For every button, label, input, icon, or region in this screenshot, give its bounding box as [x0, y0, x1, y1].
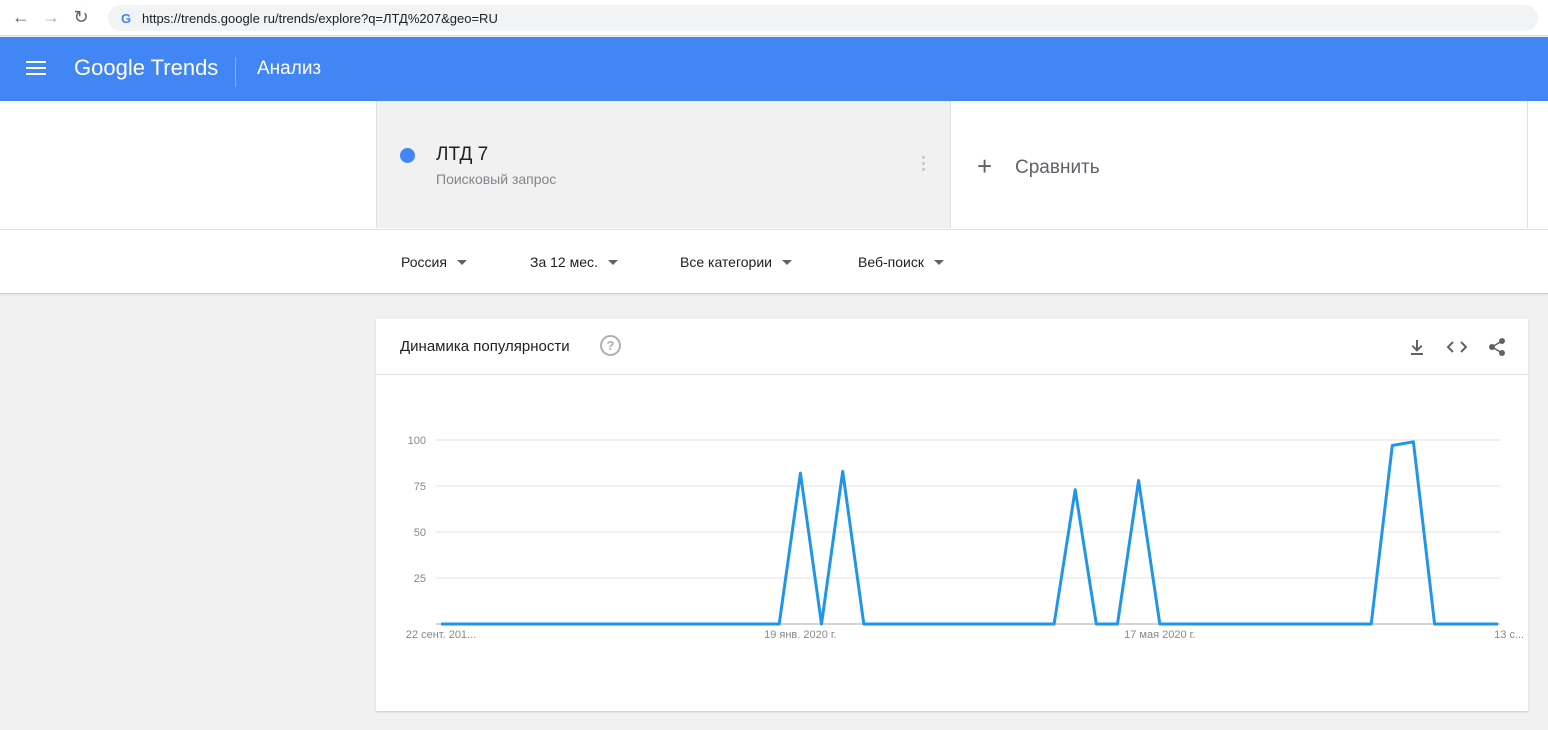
- help-icon[interactable]: ?: [600, 335, 621, 356]
- back-arrow-icon[interactable]: ←: [6, 3, 36, 33]
- period-label: За 12 мес.: [530, 254, 598, 270]
- dropdown-arrow-icon: [607, 259, 618, 265]
- dropdown-arrow-icon: [456, 259, 467, 265]
- google-favicon-icon: G: [120, 10, 132, 26]
- search-type-label: Веб-поиск: [858, 254, 924, 270]
- x-tick-label: 19 янв. 2020 г.: [764, 629, 837, 641]
- forward-arrow-icon[interactable]: →: [36, 3, 66, 33]
- more-vert-icon[interactable]: [922, 156, 926, 174]
- category-dropdown[interactable]: Все категории: [680, 254, 792, 270]
- x-tick-label: 17 мая 2020 г.: [1124, 629, 1195, 641]
- share-icon[interactable]: [1486, 336, 1508, 358]
- page-title: Анализ: [257, 58, 322, 79]
- compare-button[interactable]: + Сравнить: [951, 101, 1528, 228]
- category-label: Все категории: [680, 254, 772, 270]
- x-tick-label: 13 с...: [1494, 629, 1524, 641]
- series-line[interactable]: [441, 440, 1498, 626]
- dropdown-arrow-icon: [933, 259, 944, 265]
- address-bar[interactable]: G https://trends.google ru/trends/explor…: [108, 5, 1538, 31]
- term-name[interactable]: ЛТД 7: [436, 144, 488, 166]
- y-tick-label: 100: [408, 435, 426, 447]
- app-header: Google Trends Анализ: [0, 37, 1548, 101]
- y-tick-label: 50: [414, 527, 426, 539]
- line-chart: 25 50 75 100 22 сент. 201... 19 янв. 2020 г. 1…: [406, 435, 1524, 641]
- y-tick-label: 25: [414, 573, 426, 585]
- period-dropdown[interactable]: За 12 мес.: [530, 254, 618, 270]
- google-trends-logo[interactable]: Google Trends: [74, 55, 218, 81]
- x-tick-label: 22 сент. 201...: [406, 629, 476, 641]
- reload-icon[interactable]: ↻: [66, 3, 96, 33]
- search-term-card[interactable]: ЛТД 7 Поисковый запрос: [376, 101, 951, 228]
- search-terms-bar: ЛТД 7 Поисковый запрос + Сравнить: [0, 101, 1548, 230]
- url-text[interactable]: https://trends.google ru/trends/explore?…: [142, 11, 498, 26]
- embed-code-icon[interactable]: [1446, 336, 1468, 358]
- search-type-dropdown[interactable]: Веб-поиск: [858, 254, 944, 270]
- region-label: Россия: [401, 254, 447, 270]
- chart-card-header: Динамика популярности ?: [376, 319, 1528, 375]
- chart-title: Динамика популярности: [400, 338, 570, 355]
- hamburger-menu-icon[interactable]: [26, 61, 46, 77]
- y-tick-label: 75: [414, 481, 426, 493]
- interest-over-time-card: Динамика популярности ? 25 50 75 100 22 сент…: [376, 319, 1528, 711]
- compare-label: Сравнить: [1015, 157, 1100, 178]
- dropdown-arrow-icon: [781, 259, 792, 265]
- header-divider: [235, 57, 236, 87]
- download-icon[interactable]: [1406, 336, 1428, 358]
- term-color-dot: [400, 148, 415, 163]
- term-type: Поисковый запрос: [436, 171, 557, 187]
- region-dropdown[interactable]: Россия: [401, 254, 467, 270]
- plus-icon: +: [977, 151, 993, 181]
- filters-bar: Россия За 12 мес. Все категории Веб-поис…: [0, 230, 1548, 294]
- browser-toolbar: ← → ↻ G https://trends.google ru/trends/…: [0, 0, 1548, 36]
